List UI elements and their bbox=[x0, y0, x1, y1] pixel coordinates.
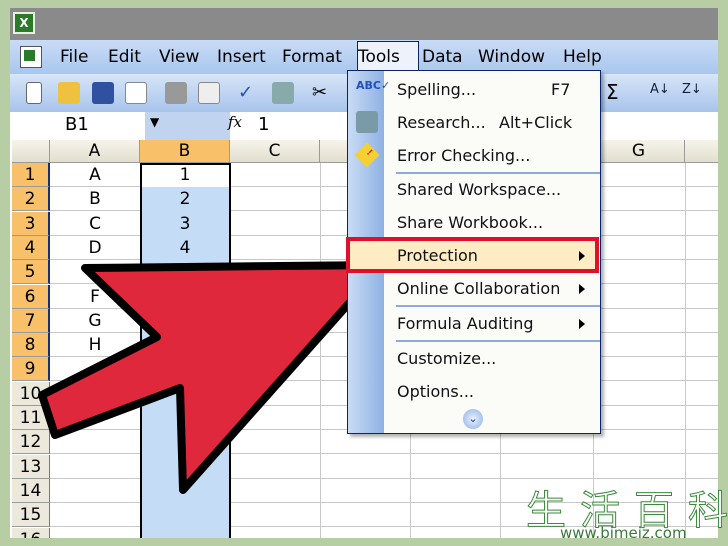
expand-menu-chevron-icon[interactable]: ⌄ bbox=[463, 409, 483, 429]
menu-item-spelling[interactable]: Spelling... bbox=[397, 80, 476, 99]
menu-separator bbox=[396, 172, 600, 174]
watermark-logo: 生活百科 www.bimeiz.com bbox=[520, 478, 728, 546]
menu-separator bbox=[396, 340, 600, 342]
menu-item-formula-auditing[interactable]: Formula Auditing bbox=[397, 314, 533, 333]
menu-item-customize[interactable]: Customize... bbox=[397, 349, 496, 368]
menu-item-options[interactable]: Options... bbox=[397, 382, 474, 401]
shortcut-spelling: F7 bbox=[551, 80, 571, 99]
menu-item-shared-workspace[interactable]: Shared Workspace... bbox=[397, 180, 561, 199]
research-icon bbox=[356, 111, 378, 133]
tools-dropdown-menu: ABC✓ ! Spelling... F7 Research... Alt+Cl… bbox=[346, 70, 601, 434]
red-arrow bbox=[38, 261, 387, 494]
watermark-url: www.bimeiz.com bbox=[560, 524, 687, 542]
shortcut-research: Alt+Click bbox=[499, 113, 573, 132]
submenu-arrow-icon bbox=[579, 319, 585, 329]
submenu-arrow-icon bbox=[579, 251, 585, 261]
menu-item-research[interactable]: Research... bbox=[397, 113, 486, 132]
menu-item-online-collaboration[interactable]: Online Collaboration bbox=[397, 279, 560, 298]
menu-item-protection[interactable]: Protection bbox=[397, 246, 478, 265]
submenu-arrow-icon bbox=[579, 284, 585, 294]
spelling-icon: ABC✓ bbox=[356, 79, 391, 92]
menu-item-share-workbook[interactable]: Share Workbook... bbox=[397, 213, 543, 232]
menu-item-error-checking[interactable]: Error Checking... bbox=[397, 146, 530, 165]
menu-separator bbox=[396, 305, 600, 307]
